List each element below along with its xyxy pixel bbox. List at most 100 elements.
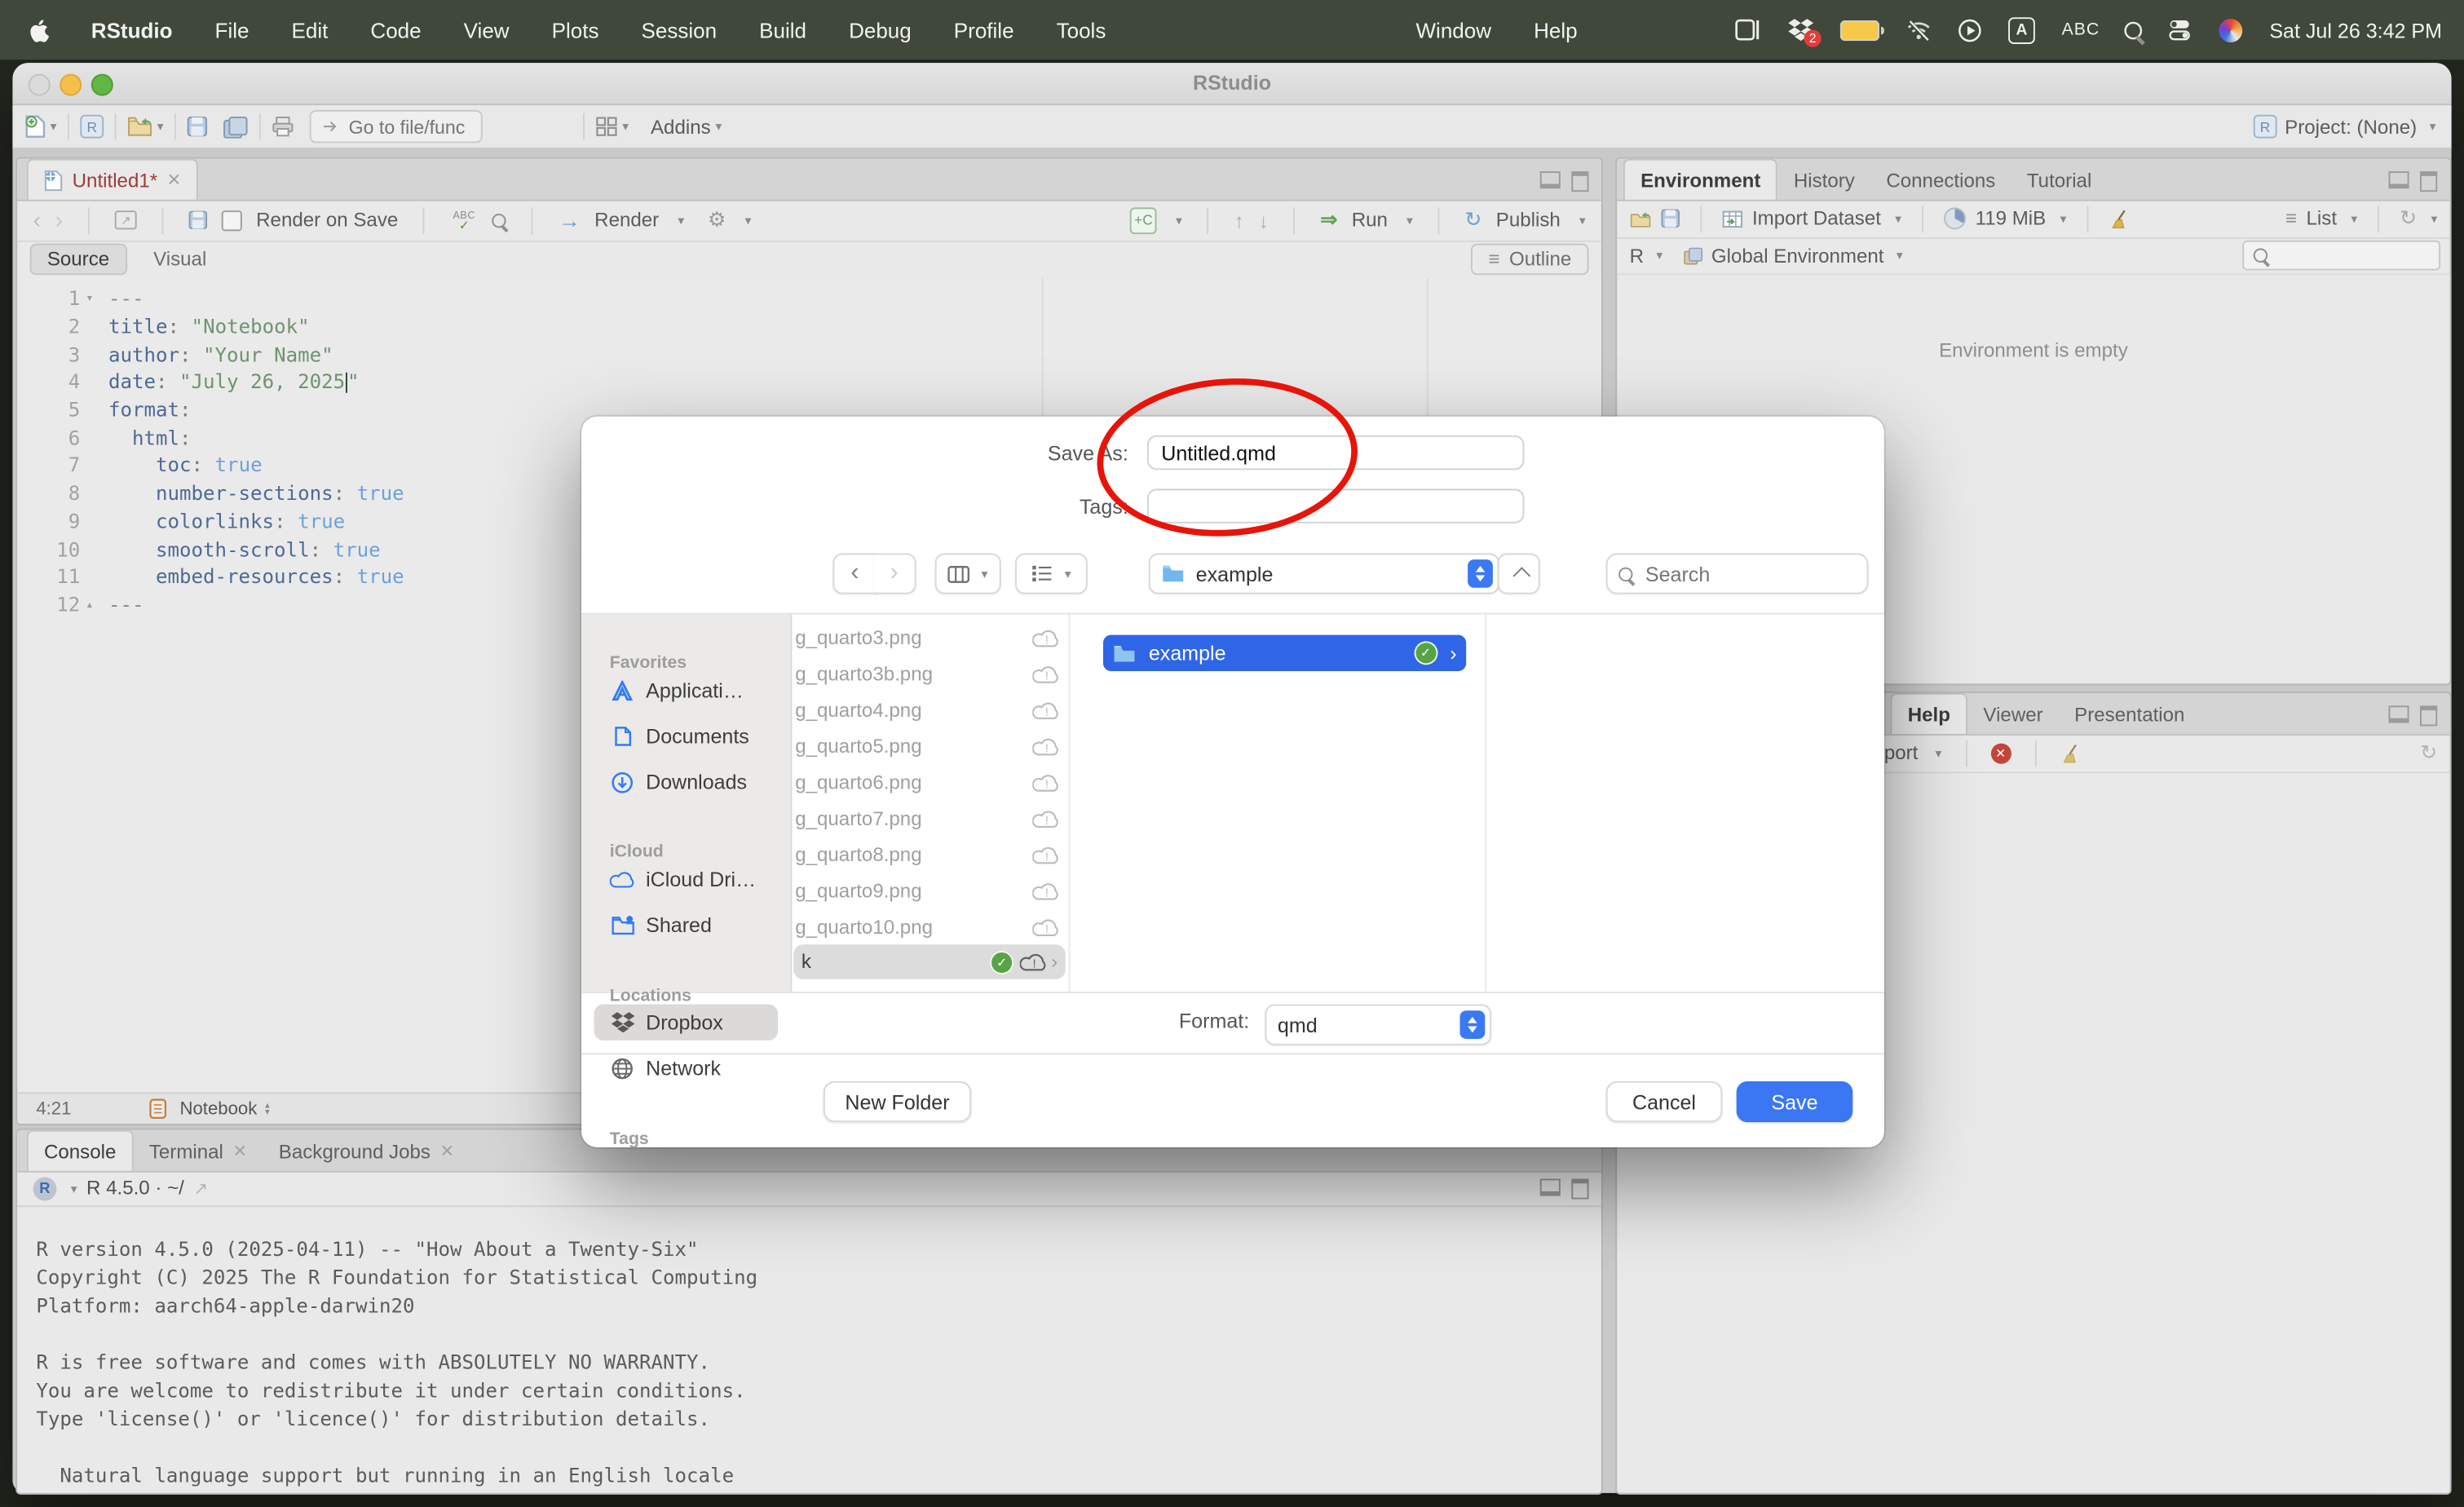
sidebar-item-iclouddri[interactable]: iCloud Dri… [594, 861, 778, 897]
selected-parent-row[interactable]: k✓!› [793, 944, 1065, 979]
maximize-pane-icon[interactable] [1571, 171, 1588, 192]
menu-item-profile[interactable]: Profile [954, 18, 1014, 42]
export-button-partial[interactable]: port [1884, 742, 1919, 764]
input-source-menu[interactable]: ABC [2062, 20, 2100, 39]
save-confirm-button[interactable]: Save [1737, 1081, 1853, 1122]
console-output[interactable]: R version 4.5.0 (2025-04-11) -- "How Abo… [17, 1205, 1601, 1493]
file-row[interactable]: g_quarto4.png! [790, 692, 1068, 727]
group-button[interactable]: ▾ [1015, 553, 1088, 594]
forward-source-icon[interactable]: › [55, 206, 63, 233]
outline-button[interactable]: ≡ Outline [1471, 244, 1588, 276]
tab-tutorial[interactable]: Tutorial [2011, 161, 2108, 200]
menu-item-plots[interactable]: Plots [552, 18, 599, 42]
menu-item-build[interactable]: Build [759, 18, 806, 42]
popout-window-icon[interactable]: ↗ [115, 210, 137, 229]
save-doc-icon[interactable] [188, 210, 207, 229]
find-replace-icon[interactable] [492, 213, 506, 227]
spellcheck-icon[interactable]: ABC ✓ [450, 210, 479, 229]
console-popout-icon[interactable]: ↗ [193, 1178, 208, 1199]
save-all-button[interactable] [223, 116, 249, 138]
maximize-help-icon[interactable] [2420, 705, 2437, 726]
print-button[interactable] [272, 117, 294, 137]
column-view-button[interactable]: ▾ [935, 553, 1001, 594]
open-recent-dropdown[interactable]: ▾ [157, 119, 164, 133]
clear-objects-broom-icon[interactable] [2109, 208, 2129, 228]
save-workspace-icon[interactable] [1661, 209, 1680, 228]
render-button[interactable]: Render [594, 209, 659, 231]
battery-icon[interactable] [1840, 20, 1879, 40]
language-dropdown[interactable]: ▾ [1656, 249, 1663, 263]
environment-search-box[interactable] [2242, 241, 2440, 271]
remove-plot-icon[interactable]: ✕ [1990, 743, 2011, 763]
new-folder-button[interactable]: New Folder [824, 1081, 971, 1122]
tab-history[interactable]: History [1778, 161, 1871, 200]
tab-console[interactable]: Console [27, 1130, 134, 1171]
sidebar-item-downloads[interactable]: Downloads [594, 764, 778, 800]
pane-layout-button[interactable] [596, 117, 618, 137]
publish-dropdown[interactable]: ▾ [1579, 213, 1586, 227]
run-previous-icon[interactable]: ↑ [1234, 208, 1244, 232]
settings-dropdown[interactable]: ▾ [745, 213, 752, 227]
minimize-help-icon[interactable] [2388, 705, 2409, 723]
menu-clock[interactable]: Sat Jul 26 3:42 PM [2269, 18, 2442, 42]
dialog-search-box[interactable] [1606, 553, 1869, 594]
up-folder-button[interactable] [1498, 553, 1540, 594]
run-next-icon[interactable]: ↓ [1258, 208, 1269, 232]
tab-presentation[interactable]: Presentation [2059, 695, 2201, 734]
publish-button[interactable]: Publish [1496, 209, 1561, 231]
display-sidecar-icon[interactable] [1735, 19, 1762, 41]
menu-item-help[interactable]: Help [1534, 18, 1578, 42]
pinwheel-app-icon[interactable] [2219, 18, 2243, 42]
tab-viewer[interactable]: Viewer [1967, 695, 2059, 734]
load-workspace-icon[interactable] [1630, 210, 1652, 227]
close-tab-icon[interactable]: ✕ [232, 1141, 247, 1161]
menu-item-debug[interactable]: Debug [849, 18, 912, 42]
doc-type-selector[interactable]: Notebook ▲▼ [179, 1099, 271, 1118]
language-selector[interactable]: R [1630, 245, 1644, 267]
new-file-dropdown[interactable]: ▾ [51, 119, 57, 133]
export-dropdown[interactable]: ▾ [1936, 746, 1942, 760]
new-file-button[interactable] [25, 115, 46, 139]
addins-button[interactable]: Addins [651, 116, 711, 138]
refresh-environment-icon[interactable]: ↻ [2400, 206, 2417, 231]
scope-selector[interactable]: Global Environment [1711, 245, 1884, 267]
dropbox-menu-icon[interactable]: 2 [1788, 19, 1813, 41]
menu-item-edit[interactable]: Edit [292, 18, 329, 42]
file-row[interactable]: g_quarto10.png! [790, 908, 1068, 944]
list-view-button[interactable]: List [2307, 207, 2337, 229]
new-project-button[interactable]: R [80, 115, 104, 139]
goto-file-function-box[interactable] [310, 110, 483, 143]
minimize-pane-icon[interactable] [1540, 171, 1561, 188]
sidebar-item-documents[interactable]: Documents [594, 718, 778, 754]
cancel-button[interactable]: Cancel [1606, 1081, 1723, 1122]
keyboard-brightness-icon[interactable]: A [2008, 16, 2035, 43]
tab-environment[interactable]: Environment [1623, 159, 1778, 200]
memory-dropdown[interactable]: ▾ [2060, 211, 2067, 225]
insert-chunk-dropdown[interactable]: ▾ [1176, 213, 1182, 227]
source-mode-button[interactable]: Source [30, 244, 127, 276]
visual-mode-button[interactable]: Visual [136, 244, 224, 276]
menu-item-view[interactable]: View [464, 18, 510, 42]
minimize-console-icon[interactable] [1540, 1178, 1561, 1195]
close-tab-icon[interactable]: ✕ [167, 170, 182, 190]
file-row[interactable]: g_quarto8.png! [790, 836, 1068, 872]
gear-icon[interactable]: ⚙ [708, 207, 726, 232]
menu-item-code[interactable]: Code [370, 18, 421, 42]
now-playing-icon[interactable] [1958, 18, 1981, 42]
file-row[interactable]: g_quarto5.png! [790, 727, 1068, 763]
sidebar-item-shared[interactable]: Shared [594, 907, 778, 943]
open-file-button[interactable] [127, 117, 152, 137]
clear-plots-broom-icon[interactable] [2060, 743, 2080, 763]
sidebar-item-network[interactable]: Network [594, 1050, 778, 1085]
forward-button[interactable]: › [874, 553, 916, 594]
menu-item-session[interactable]: Session [642, 18, 718, 42]
sidebar-item-applicati[interactable]: Applicati… [594, 673, 778, 709]
file-row[interactable]: g_quarto3.png! [790, 619, 1068, 655]
tab-help[interactable]: Help [1891, 693, 1968, 734]
window-title-bar[interactable]: RStudio [12, 63, 2451, 105]
spotlight-search-icon[interactable] [2125, 21, 2143, 39]
import-dataset-button[interactable]: Import Dataset [1752, 207, 1881, 229]
back-source-icon[interactable]: ‹ [33, 206, 41, 233]
scope-dropdown[interactable]: ▾ [1897, 249, 1903, 263]
addins-dropdown[interactable]: ▾ [715, 119, 722, 133]
